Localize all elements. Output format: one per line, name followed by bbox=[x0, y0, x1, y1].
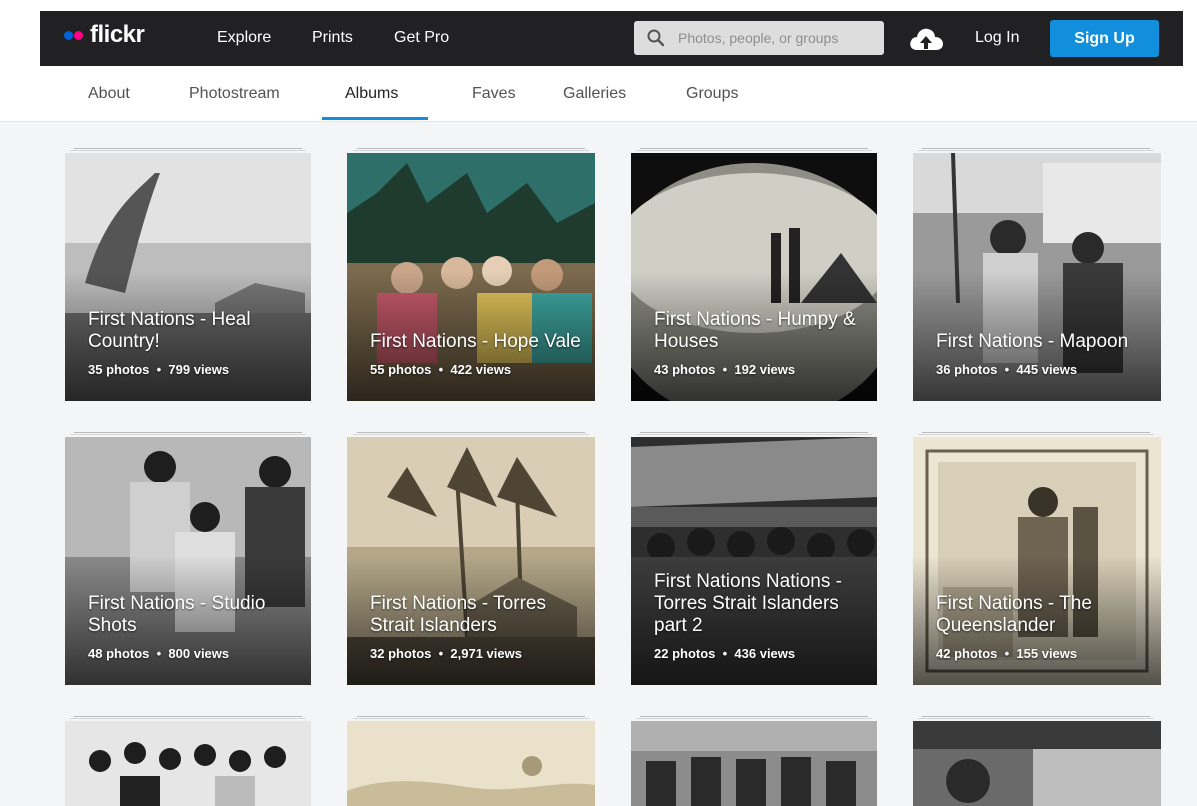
flickr-logo[interactable]: flickr bbox=[64, 21, 145, 49]
album-title: First Nations - Torres Strait Islanders bbox=[370, 593, 546, 636]
album-photo-count: 42 photos bbox=[936, 646, 998, 661]
login-link[interactable]: Log In bbox=[975, 29, 1019, 47]
album-photo-count: 55 photos bbox=[370, 362, 432, 377]
album-view-count: 800 views bbox=[168, 646, 230, 661]
album-view-count: 799 views bbox=[168, 362, 230, 377]
album-photo-count: 43 photos bbox=[654, 362, 716, 377]
top-header: flickr Explore Prints Get Pro Photos, pe… bbox=[0, 0, 1197, 66]
album-meta: 32 photos • 2,971 views bbox=[370, 646, 522, 661]
nav-get-pro[interactable]: Get Pro bbox=[394, 29, 449, 47]
album-stack-edge bbox=[636, 150, 872, 151]
tab-faves[interactable]: Faves bbox=[472, 85, 516, 103]
album-cover-image bbox=[631, 721, 877, 806]
album-stack-edge bbox=[74, 432, 302, 433]
album-stack-edge bbox=[74, 148, 302, 149]
album-card[interactable] bbox=[913, 721, 1161, 806]
search-icon bbox=[647, 29, 665, 47]
album-card[interactable] bbox=[631, 721, 877, 806]
album-meta: 55 photos • 422 views bbox=[370, 362, 512, 377]
album-cover-image bbox=[65, 721, 311, 806]
album-cover-image bbox=[347, 721, 595, 806]
album-title: First Nations - Studio Shots bbox=[88, 593, 266, 636]
album-stack-edge bbox=[636, 718, 872, 719]
album-stack-edge bbox=[922, 148, 1150, 149]
album-stack-edge bbox=[70, 150, 306, 151]
upload-cloud-icon[interactable] bbox=[908, 25, 944, 53]
album-title: First Nations - Mapoon bbox=[936, 331, 1129, 352]
nav-prints[interactable]: Prints bbox=[312, 29, 353, 47]
logo-dot-blue-icon bbox=[64, 30, 73, 40]
logo-text: flickr bbox=[90, 21, 145, 48]
album-photo-count: 35 photos bbox=[88, 362, 150, 377]
album-stack-edge bbox=[357, 716, 585, 717]
album-stack-edge bbox=[74, 716, 302, 717]
tab-albums[interactable]: Albums bbox=[345, 85, 398, 103]
album-card[interactable]: First Nations - Heal Country! 35 photos … bbox=[65, 153, 311, 401]
album-card[interactable] bbox=[65, 721, 311, 806]
tab-galleries[interactable]: Galleries bbox=[563, 85, 626, 103]
album-title: First Nations - Heal Country! bbox=[88, 309, 251, 352]
album-stack-edge bbox=[640, 148, 868, 149]
logo-dot-pink-icon bbox=[74, 30, 83, 40]
album-view-count: 2,971 views bbox=[450, 646, 522, 661]
album-view-count: 445 views bbox=[1016, 362, 1078, 377]
sign-up-button[interactable]: Sign Up bbox=[1050, 20, 1159, 57]
album-stack-edge bbox=[636, 434, 872, 435]
album-view-count: 192 views bbox=[734, 362, 796, 377]
album-stack-edge bbox=[357, 148, 585, 149]
nav-explore[interactable]: Explore bbox=[217, 29, 271, 47]
album-stack-edge bbox=[640, 432, 868, 433]
album-stack-edge bbox=[918, 718, 1154, 719]
album-title: First Nations - Hope Vale bbox=[370, 331, 581, 352]
active-tab-indicator bbox=[322, 117, 428, 120]
albums-grid: First Nations - Heal Country! 35 photos … bbox=[0, 121, 1197, 806]
album-photo-count: 36 photos bbox=[936, 362, 998, 377]
album-title: First Nations - Humpy & Houses bbox=[654, 309, 856, 352]
album-stack-edge bbox=[640, 716, 868, 717]
album-stack-edge bbox=[353, 718, 589, 719]
album-stack-edge bbox=[357, 432, 585, 433]
tab-photostream[interactable]: Photostream bbox=[189, 85, 280, 103]
album-photo-count: 48 photos bbox=[88, 646, 150, 661]
album-stack-edge bbox=[70, 718, 306, 719]
album-view-count: 422 views bbox=[450, 362, 512, 377]
global-navbar: flickr Explore Prints Get Pro Photos, pe… bbox=[40, 11, 1183, 66]
album-meta: 36 photos • 445 views bbox=[936, 362, 1078, 377]
album-view-count: 155 views bbox=[1016, 646, 1078, 661]
album-stack-edge bbox=[918, 150, 1154, 151]
album-stack-edge bbox=[353, 150, 589, 151]
album-card[interactable] bbox=[347, 721, 595, 806]
album-meta: 43 photos • 192 views bbox=[654, 362, 796, 377]
album-card[interactable]: First Nations - Mapoon 36 photos • 445 v… bbox=[913, 153, 1161, 401]
tab-groups[interactable]: Groups bbox=[686, 85, 738, 103]
search-box[interactable]: Photos, people, or groups bbox=[634, 21, 884, 55]
album-card[interactable]: First Nations Nations - Torres Strait Is… bbox=[631, 437, 877, 685]
album-stack-edge bbox=[918, 434, 1154, 435]
album-title: First Nations Nations - Torres Strait Is… bbox=[654, 571, 842, 636]
album-meta: 42 photos • 155 views bbox=[936, 646, 1078, 661]
album-view-count: 436 views bbox=[734, 646, 796, 661]
album-cover-image bbox=[913, 721, 1161, 806]
album-card[interactable]: First Nations - Hope Vale 55 photos • 42… bbox=[347, 153, 595, 401]
album-meta: 48 photos • 800 views bbox=[88, 646, 230, 661]
album-stack-edge bbox=[70, 434, 306, 435]
album-stack-edge bbox=[922, 432, 1150, 433]
album-stack-edge bbox=[353, 434, 589, 435]
album-card[interactable]: First Nations - The Queenslander 42 phot… bbox=[913, 437, 1161, 685]
album-photo-count: 32 photos bbox=[370, 646, 432, 661]
profile-subnav: About Photostream Albums Faves Galleries… bbox=[0, 66, 1197, 122]
tab-about[interactable]: About bbox=[88, 85, 130, 103]
album-card[interactable]: First Nations - Humpy & Houses 43 photos… bbox=[631, 153, 877, 401]
album-photo-count: 22 photos bbox=[654, 646, 716, 661]
album-meta: 35 photos • 799 views bbox=[88, 362, 230, 377]
album-card[interactable]: First Nations - Torres Strait Islanders … bbox=[347, 437, 595, 685]
album-title: First Nations - The Queenslander bbox=[936, 593, 1092, 636]
album-meta: 22 photos • 436 views bbox=[654, 646, 796, 661]
search-input[interactable]: Photos, people, or groups bbox=[678, 30, 838, 46]
album-card[interactable]: First Nations - Studio Shots 48 photos •… bbox=[65, 437, 311, 685]
album-stack-edge bbox=[922, 716, 1150, 717]
